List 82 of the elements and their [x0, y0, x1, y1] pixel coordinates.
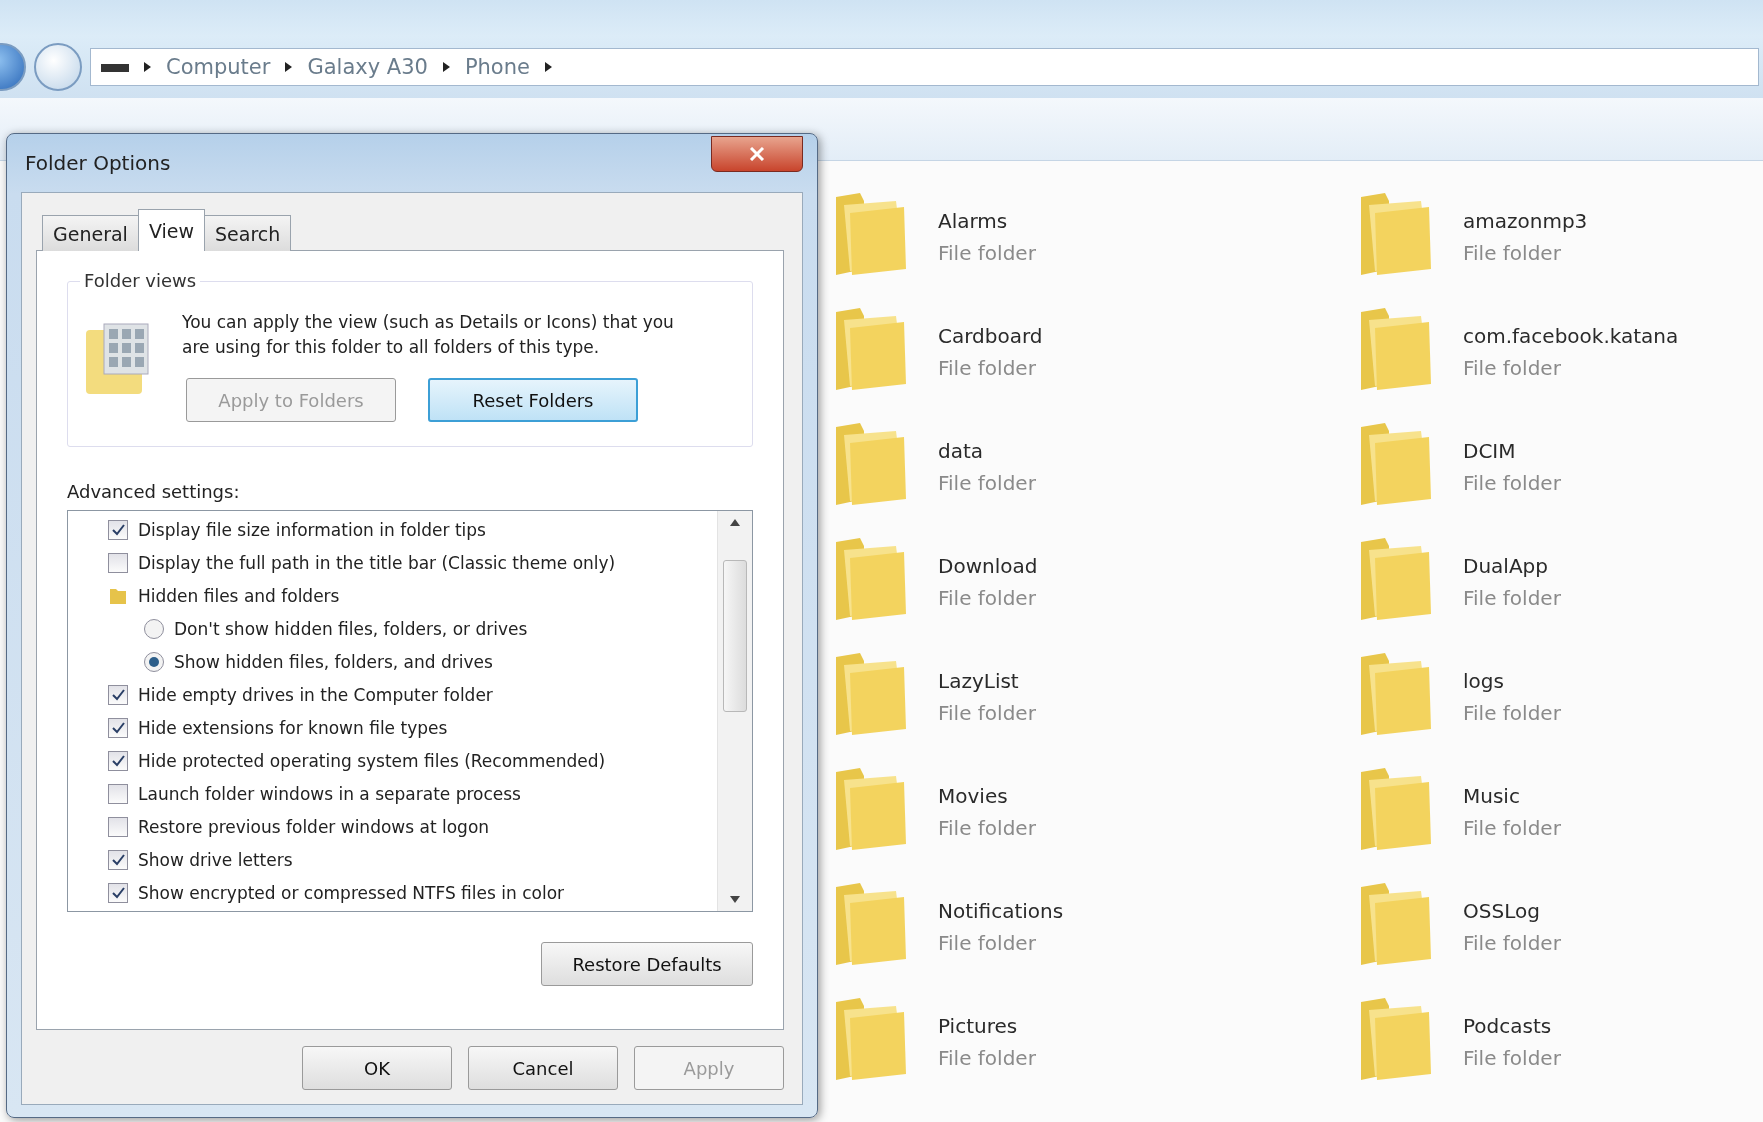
folder-name[interactable]: amazonmp3 — [1463, 209, 1588, 233]
folder-name[interactable]: DualApp — [1463, 554, 1561, 578]
chevron-icon — [143, 61, 152, 73]
checkbox[interactable] — [108, 849, 128, 870]
breadcrumb[interactable]: Galaxy A30 — [307, 55, 428, 79]
folder-type: File folder — [938, 241, 1036, 265]
address-bar[interactable]: Computer Galaxy A30 Phone — [90, 48, 1759, 86]
setting-label: Show encrypted or compressed NTFS files in color — [138, 882, 565, 903]
drive-icon — [101, 61, 129, 73]
section-label: Advanced settings: — [67, 481, 241, 502]
scrollbar[interactable] — [717, 511, 752, 911]
setting-label: Hide extensions for known file types — [138, 717, 448, 738]
setting-label: Hide protected operating system files (Recommended) — [138, 750, 606, 771]
scroll-up-icon[interactable] — [730, 519, 740, 526]
radio-button[interactable] — [144, 651, 164, 672]
folder-name[interactable]: OSSLog — [1463, 899, 1561, 923]
folder-type: File folder — [938, 701, 1036, 725]
folder-type: File folder — [1463, 931, 1561, 955]
checkbox[interactable] — [108, 816, 128, 837]
chevron-icon — [543, 61, 553, 73]
folder-name[interactable]: com.facebook.katana — [1463, 324, 1679, 348]
folder-name[interactable]: Music — [1463, 784, 1561, 808]
description-text: You can apply the view (such as Details or Icons) that you are using for this folder to all folders of this type. — [182, 311, 675, 359]
checkbox[interactable] — [108, 684, 128, 705]
dialog-button[interactable]: OK — [302, 1046, 452, 1090]
folder-type: File folder — [1463, 816, 1561, 840]
breadcrumb[interactable]: Phone — [464, 55, 530, 79]
folder-type: File folder — [938, 586, 1037, 610]
setting-label: Show hidden files, folders, and drives — [174, 651, 493, 672]
restore-defaults-button[interactable]: Restore Defaults — [541, 942, 753, 986]
folder-type: File folder — [1463, 1046, 1561, 1070]
close-button[interactable] — [711, 136, 803, 172]
folder-type: File folder — [938, 356, 1037, 380]
setting-label: Display file size information in folder tips — [138, 519, 486, 540]
checkbox[interactable] — [108, 717, 128, 738]
window-title: Folder Options — [24, 151, 171, 175]
checkbox[interactable] — [108, 882, 128, 903]
folder-name[interactable]: data — [938, 439, 1036, 463]
checkbox[interactable] — [108, 783, 128, 804]
checkbox[interactable] — [108, 750, 128, 771]
setting-label: Restore previous folder windows at logon — [138, 816, 490, 837]
folder-name[interactable]: Cardboard — [938, 324, 1043, 348]
folder-type: File folder — [1463, 586, 1561, 610]
folder-type: File folder — [1463, 471, 1561, 495]
folder-name[interactable]: DCIM — [1463, 439, 1561, 463]
close-icon — [749, 147, 765, 161]
folder-name[interactable]: Movies — [938, 784, 1036, 808]
setting-label: Display the full path in the title bar (Classic theme only) — [138, 552, 616, 573]
forward-button[interactable] — [34, 43, 82, 91]
folder-name[interactable]: Alarms — [938, 209, 1036, 233]
dialog-button[interactable]: Cancel — [468, 1046, 618, 1090]
setting-label: Hide empty drives in the Computer folder — [138, 684, 493, 705]
chevron-icon — [284, 61, 294, 73]
folder-type: File folder — [1463, 356, 1562, 380]
folder-type: File folder — [938, 816, 1036, 840]
setting-label: Launch folder windows in a separate process — [138, 783, 521, 804]
tab[interactable]: Search — [204, 215, 292, 251]
folder-type: File folder — [938, 1046, 1036, 1070]
folder-name[interactable]: LazyList — [938, 669, 1036, 693]
breadcrumb[interactable]: Computer — [166, 55, 271, 79]
checkbox[interactable] — [108, 552, 128, 573]
scroll-thumb[interactable] — [723, 560, 747, 712]
scroll-down-icon[interactable] — [730, 896, 740, 903]
folder-name[interactable]: Notifications — [938, 899, 1064, 923]
setting-label: Don't show hidden files, folders, or drives — [174, 618, 528, 639]
radio-button[interactable] — [144, 618, 164, 639]
folder-type: File folder — [938, 471, 1036, 495]
folder-name[interactable]: logs — [1463, 669, 1561, 693]
tab[interactable]: View — [137, 209, 205, 251]
setting-label: Hidden files and folders — [138, 585, 340, 606]
chevron-icon — [441, 61, 451, 73]
folder-view-button[interactable]: Reset Folders — [428, 378, 638, 422]
tab[interactable]: General — [42, 215, 139, 251]
folder-type: File folder — [1463, 241, 1562, 265]
folder-name[interactable]: Pictures — [938, 1014, 1036, 1038]
folder-name[interactable]: Download — [938, 554, 1038, 578]
setting-label: Show drive letters — [138, 849, 293, 870]
folder-name[interactable]: Podcasts — [1463, 1014, 1561, 1038]
folder-type: File folder — [938, 931, 1037, 955]
folder-type: File folder — [1463, 701, 1561, 725]
folder-view-icon — [84, 320, 152, 396]
checkbox[interactable] — [108, 519, 128, 540]
